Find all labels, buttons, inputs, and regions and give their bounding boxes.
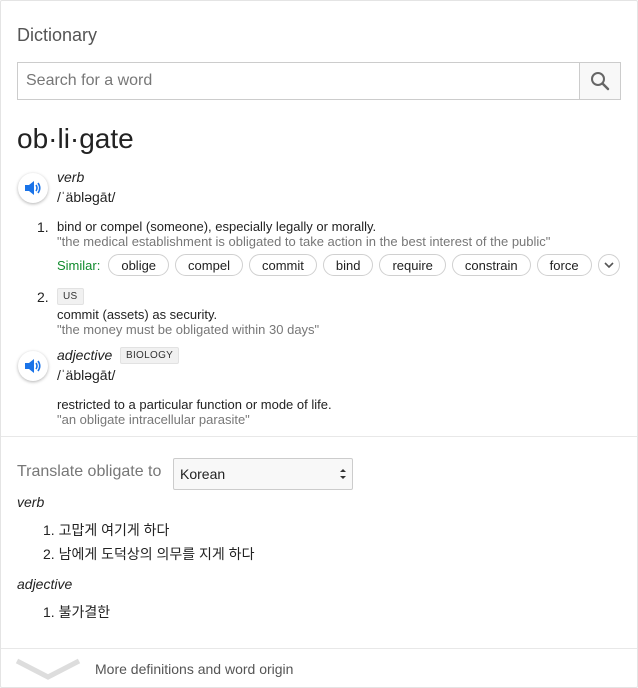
- similar-chip-bind[interactable]: bind: [322, 254, 374, 276]
- search-input[interactable]: [18, 63, 582, 99]
- phonetic-verb: /ˈäbləɡāt/: [57, 189, 116, 205]
- similar-chip-oblige[interactable]: oblige: [108, 254, 170, 276]
- example: "an obligate intracellular parasite": [57, 412, 250, 427]
- speaker-icon: [25, 181, 41, 195]
- speaker-icon: [25, 359, 41, 373]
- similar-chip-compel[interactable]: compel: [175, 254, 243, 276]
- chevron-down-icon: [603, 262, 614, 268]
- select-arrows-icon: [340, 469, 346, 479]
- pronunciation-button-verb[interactable]: [18, 173, 48, 203]
- region-badge: US: [57, 288, 84, 305]
- sense-number: 1.: [37, 219, 49, 235]
- chevron-down-icon: [15, 658, 81, 680]
- similar-chip-commit[interactable]: commit: [248, 254, 317, 276]
- similar-chip-require[interactable]: require: [379, 254, 446, 276]
- translate-pos-adjective: adjective: [17, 576, 73, 592]
- translation-item: 1. 고맙게 여기게 하다: [43, 522, 170, 538]
- search-icon: [591, 72, 610, 91]
- definition: bind or compel (someone), especially leg…: [57, 219, 377, 234]
- translate-label: Translate obligate to: [17, 463, 162, 480]
- divider: [1, 648, 637, 649]
- domain-badge: BIOLOGY: [120, 347, 180, 364]
- similar-chip-force[interactable]: force: [536, 254, 592, 276]
- card-title: Dictionary: [17, 25, 98, 45]
- similar-words: Similar: oblige compel commit bind requi…: [57, 254, 620, 276]
- example: "the money must be obligated within 30 d…: [57, 322, 320, 337]
- translation-item: 2. 남에게 도덕상의 의무를 지게 하다: [43, 546, 255, 562]
- similar-chip-constrain[interactable]: constrain: [451, 254, 531, 276]
- phonetic-adjective: /ˈäbləɡāt/: [57, 367, 116, 383]
- expand-more-button[interactable]: [15, 657, 81, 686]
- example: "the medical establishment is obligated …: [57, 234, 551, 249]
- translate-pos-verb: verb: [17, 494, 45, 510]
- similar-label: Similar:: [57, 257, 101, 273]
- pos-verb: verb: [57, 169, 85, 185]
- definition: commit (assets) as security.: [57, 307, 218, 322]
- search-button[interactable]: [579, 63, 620, 99]
- divider: [1, 436, 637, 437]
- search-box: [17, 62, 621, 100]
- pos-adjective: adjective: [57, 347, 113, 363]
- more-definitions-link[interactable]: More definitions and word origin: [95, 661, 293, 677]
- selected-language: Korean: [180, 466, 226, 482]
- language-select[interactable]: Korean: [173, 458, 353, 490]
- dictionary-card: Dictionary ob·li·gate verb /ˈäbləɡāt/ 1.…: [0, 0, 638, 688]
- headword: ob·li·gate: [17, 123, 134, 154]
- pronunciation-button-adjective[interactable]: [18, 351, 48, 381]
- definition: restricted to a particular function or m…: [57, 397, 332, 412]
- translation-item: 1. 불가결한: [43, 604, 111, 620]
- expand-similar-button[interactable]: [597, 254, 620, 276]
- sense-number: 2.: [37, 289, 49, 305]
